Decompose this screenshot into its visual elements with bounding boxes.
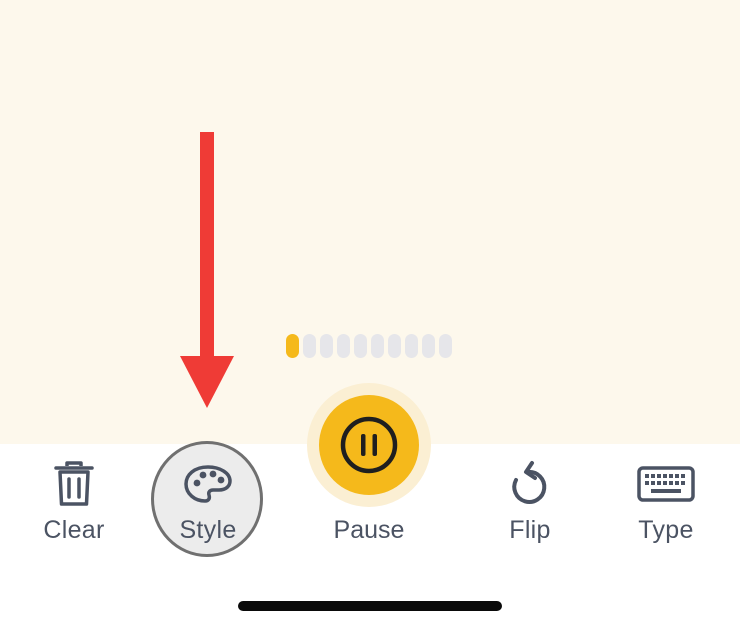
- annotation-arrow: [180, 132, 234, 408]
- pause-button[interactable]: [319, 395, 419, 495]
- style-button[interactable]: Style: [153, 456, 263, 556]
- flip-button[interactable]: Flip: [475, 456, 585, 556]
- progress-segment: [337, 334, 350, 358]
- palette-icon: [178, 456, 238, 512]
- rotate-icon: [500, 456, 560, 512]
- trash-icon: [44, 456, 104, 512]
- drawing-canvas[interactable]: [0, 0, 740, 444]
- pause-label: Pause: [333, 516, 405, 544]
- flip-label: Flip: [509, 516, 551, 544]
- clear-button[interactable]: Clear: [19, 456, 129, 556]
- home-indicator[interactable]: [238, 601, 502, 611]
- screen: Clear Style Pause Flip Type: [0, 0, 740, 626]
- progress-segment: [303, 334, 316, 358]
- style-label: Style: [179, 516, 237, 544]
- progress-indicator: [286, 334, 452, 358]
- type-button[interactable]: Type: [611, 456, 721, 556]
- progress-segment: [320, 334, 333, 358]
- progress-segment: [371, 334, 384, 358]
- progress-segment: [422, 334, 435, 358]
- type-label: Type: [638, 516, 694, 544]
- progress-segment: [388, 334, 401, 358]
- clear-label: Clear: [43, 516, 105, 544]
- progress-segment: [405, 334, 418, 358]
- pause-icon: [340, 416, 398, 474]
- progress-segment: [354, 334, 367, 358]
- progress-segment: [286, 334, 299, 358]
- keyboard-icon: [636, 456, 696, 512]
- progress-segment: [439, 334, 452, 358]
